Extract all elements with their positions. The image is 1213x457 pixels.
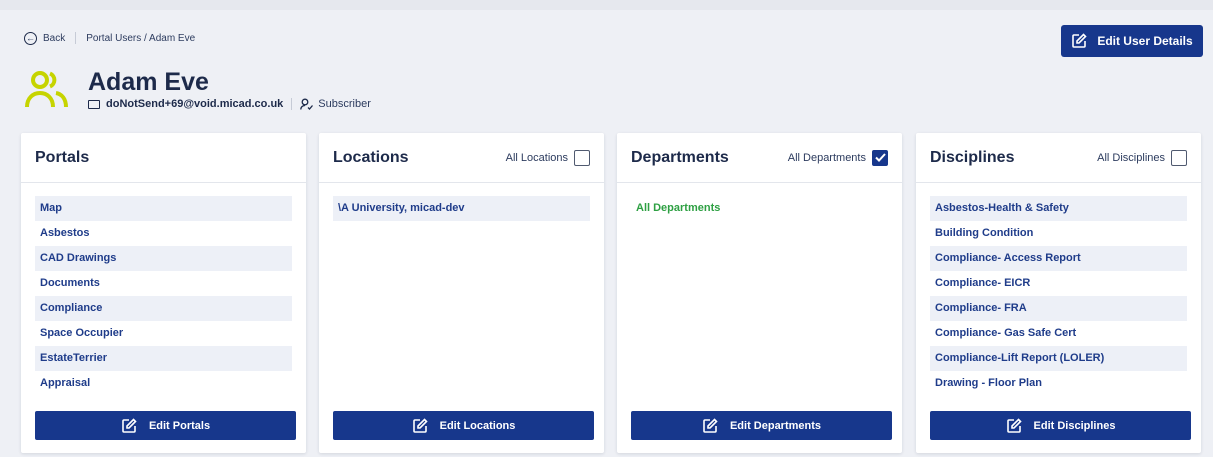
all-locations-checkbox[interactable] (574, 149, 590, 166)
list-item: Asbestos (40, 227, 90, 239)
edit-icon (1006, 417, 1022, 433)
all-departments-label: All Departments (787, 151, 866, 164)
list-item: Building Condition (935, 227, 1034, 239)
edit-disciplines-label: Edit Disciplines (1033, 419, 1116, 432)
locations-panel: Locations All Locations \A University, m… (319, 133, 604, 453)
list-item: Documents (40, 277, 100, 289)
list-item: Compliance- EICR (935, 277, 1031, 289)
edit-portals-label: Edit Portals (148, 419, 211, 432)
disciplines-list: Asbestos-Health & Safety Building Condit… (916, 183, 1201, 396)
back-link[interactable]: Back (43, 33, 65, 44)
edit-icon (412, 417, 428, 433)
edit-departments-button[interactable]: Edit Departments (631, 411, 892, 440)
edit-icon (1072, 33, 1087, 48)
mail-icon (88, 99, 100, 109)
all-disciplines-checkbox[interactable] (1171, 149, 1187, 166)
list-item: All Departments (636, 202, 721, 214)
edit-locations-label: Edit Locations (439, 419, 516, 432)
portals-list: Map Asbestos CAD Drawings Documents Comp… (21, 183, 306, 396)
meta-separator (291, 98, 293, 110)
users-icon (25, 71, 68, 108)
list-item: Appraisal (40, 377, 91, 389)
breadcrumb-path: Portal Users / Adam Eve (86, 32, 196, 44)
portals-title: Portals (35, 148, 90, 166)
disciplines-panel-header: Disciplines All Disciplines (916, 133, 1201, 183)
list-item: \A University, micad-dev (333, 196, 590, 221)
locations-list: \A University, micad-dev (319, 183, 604, 221)
breadcrumb: ← Back Portal Users / Adam Eve (24, 30, 195, 46)
checkmark-icon (874, 153, 886, 162)
list-item: EstateTerrier (35, 346, 292, 371)
edit-portals-button[interactable]: Edit Portals (35, 411, 296, 440)
user-meta: doNotSend+69@void.micad.co.uk Subscriber (88, 98, 371, 110)
departments-panel-header: Departments All Departments (617, 133, 902, 183)
all-departments-checkbox[interactable] (872, 149, 888, 166)
list-item: Compliance-Lift Report (LOLER) (930, 346, 1187, 371)
list-item: Compliance- FRA (930, 296, 1187, 321)
all-disciplines-label: All Disciplines (1097, 151, 1165, 164)
list-item: Space Occupier (40, 327, 124, 339)
departments-list: All Departments (617, 183, 902, 221)
all-departments-toggle[interactable]: All Departments (787, 149, 888, 166)
all-locations-label: All Locations (505, 151, 568, 164)
departments-panel: Departments All Departments All Departme… (617, 133, 902, 453)
list-item: Map (35, 196, 292, 221)
edit-departments-label: Edit Departments (729, 419, 822, 432)
edit-user-details-button[interactable]: Edit User Details (1061, 25, 1203, 57)
list-item: Compliance- Gas Safe Cert (935, 327, 1077, 339)
portals-panel: Portals Map Asbestos CAD Drawings Docume… (21, 133, 306, 453)
list-item: Drawing - Floor Plan (935, 377, 1042, 389)
user-role-icon (300, 98, 314, 110)
disciplines-title: Disciplines (930, 148, 1015, 166)
list-item: Compliance (35, 296, 292, 321)
departments-title: Departments (631, 148, 729, 166)
edit-disciplines-button[interactable]: Edit Disciplines (930, 411, 1191, 440)
locations-panel-header: Locations All Locations (319, 133, 604, 183)
user-name: Adam Eve (88, 68, 209, 96)
back-arrow-icon[interactable]: ← (24, 31, 37, 45)
edit-icon (703, 417, 718, 433)
disciplines-panel: Disciplines All Disciplines Asbestos-Hea… (916, 133, 1201, 453)
user-role: Subscriber (318, 98, 371, 110)
edit-icon (122, 417, 137, 433)
list-item: Compliance- Access Report (930, 246, 1187, 271)
locations-title: Locations (333, 148, 409, 166)
all-locations-toggle[interactable]: All Locations (505, 149, 590, 166)
list-item: Asbestos-Health & Safety (930, 196, 1187, 221)
list-item: CAD Drawings (35, 246, 292, 271)
edit-locations-button[interactable]: Edit Locations (333, 411, 594, 440)
top-bar (0, 0, 1213, 10)
portals-panel-header: Portals (21, 133, 306, 183)
all-disciplines-toggle[interactable]: All Disciplines (1097, 149, 1187, 166)
edit-user-details-label: Edit User Details (1097, 34, 1193, 48)
user-email: doNotSend+69@void.micad.co.uk (106, 98, 284, 110)
breadcrumb-separator (75, 32, 77, 44)
